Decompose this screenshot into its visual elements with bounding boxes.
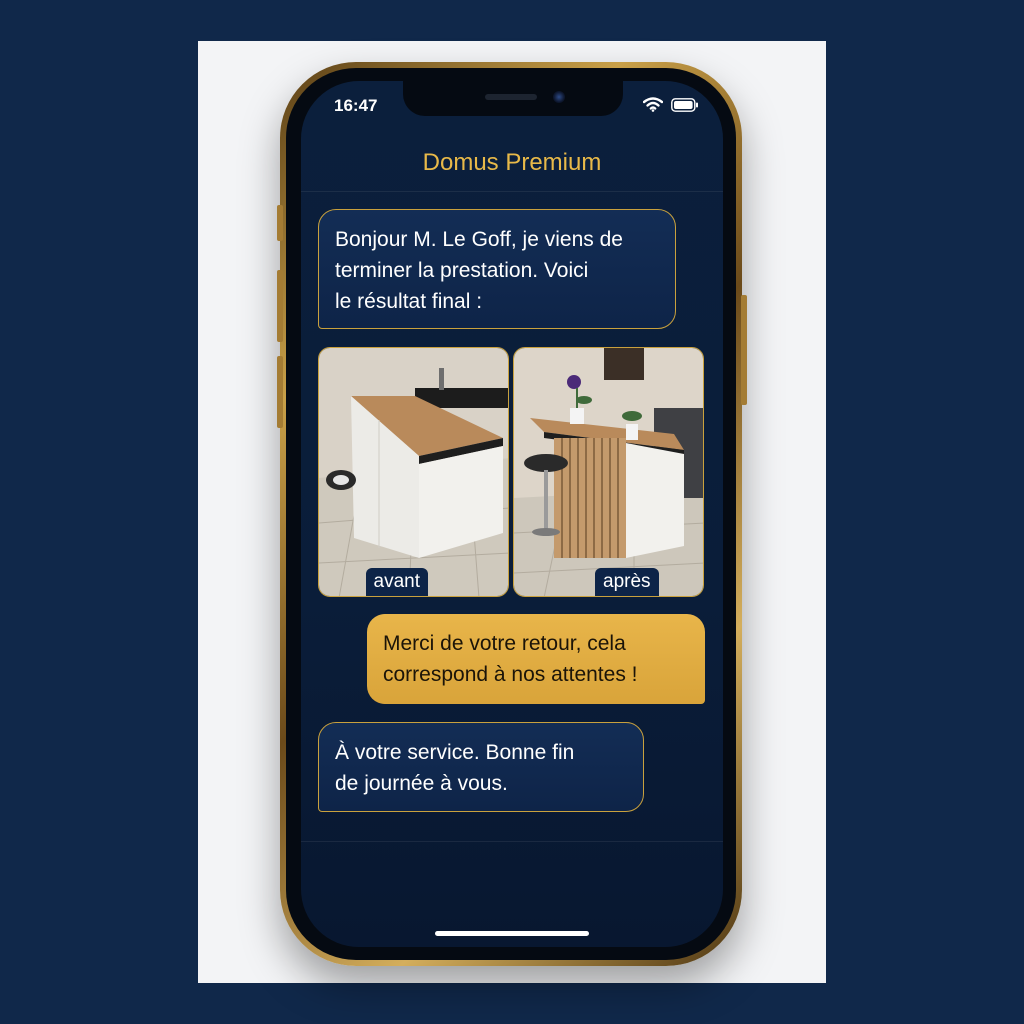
battery-icon	[671, 97, 699, 117]
speaker-grille	[485, 94, 537, 100]
home-indicator[interactable]	[435, 931, 589, 936]
message-text: Merci de votre retour, cela correspond à…	[383, 632, 638, 686]
front-camera	[553, 91, 565, 103]
after-kitchen-image	[514, 348, 703, 596]
message-bubble-incoming: À votre service. Bonne fin de journée à …	[318, 722, 644, 812]
before-label: avant	[365, 568, 428, 596]
before-photo[interactable]: avant	[318, 347, 509, 597]
chat-header: Domus Premium	[301, 141, 723, 192]
message-text: À votre service. Bonne fin de journée à …	[335, 741, 575, 795]
volume-up-button	[277, 270, 283, 342]
power-button	[741, 295, 747, 405]
phone-screen: 16:47 Domus Premium Bonjour M. Le Goff, …	[301, 81, 723, 947]
before-kitchen-image	[319, 348, 508, 596]
message-bubble-outgoing: Merci de votre retour, cela correspond à…	[367, 614, 705, 704]
volume-down-button	[277, 356, 283, 428]
silent-switch	[277, 205, 283, 241]
after-photo[interactable]: après	[513, 347, 704, 597]
status-time: 16:47	[334, 96, 378, 115]
status-icons	[642, 97, 699, 117]
message-text: Bonjour M. Le Goff, je viens de terminer…	[335, 228, 623, 313]
chat-title: Domus Premium	[422, 149, 602, 176]
wifi-icon	[642, 97, 664, 117]
message-bubble-incoming: Bonjour M. Le Goff, je viens de terminer…	[318, 209, 676, 329]
notch	[403, 81, 623, 116]
after-label: après	[595, 568, 659, 596]
